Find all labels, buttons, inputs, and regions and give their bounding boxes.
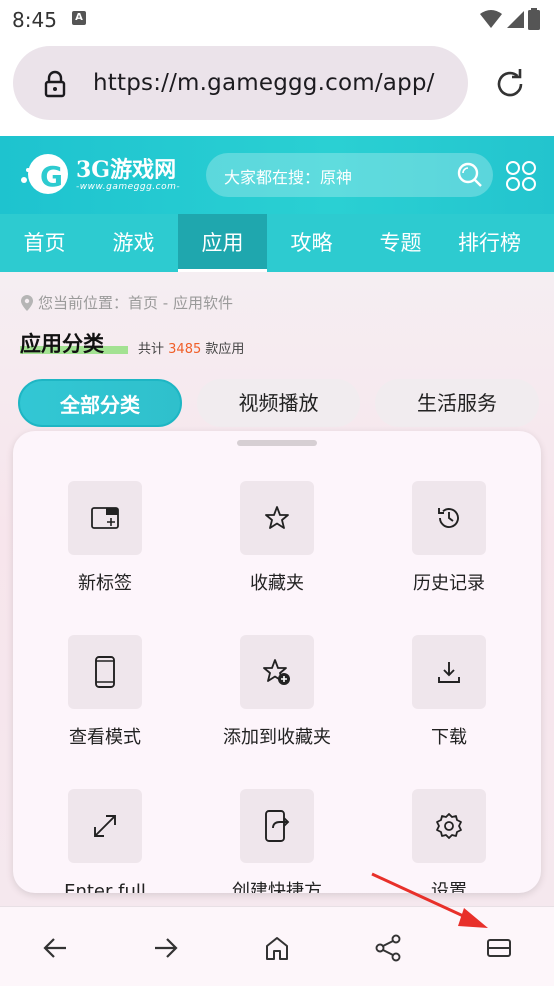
chip-life-services[interactable]: 生活服务 — [375, 379, 539, 427]
bottom-toolbar — [0, 906, 554, 986]
menu-view-mode[interactable]: 查看模式 — [30, 635, 180, 751]
lock-icon — [44, 70, 66, 98]
nav-item-topics[interactable]: 专题 — [356, 214, 445, 272]
menu-download[interactable]: 下载 — [374, 635, 524, 751]
menu-label: Enter full — [64, 881, 146, 893]
category-title: 应用分类 — [20, 332, 104, 356]
nav-item-games[interactable]: 游戏 — [89, 214, 178, 272]
breadcrumb-text[interactable]: 您当前位置：首页 - 应用软件 — [38, 292, 233, 313]
history-icon — [438, 508, 459, 528]
site-header: G 3G游戏网 -www.gameggg.com- 大家都在搜：原神 — [0, 136, 554, 214]
forward-button[interactable] — [151, 933, 181, 963]
menu-new-tab[interactable]: 新标签 — [30, 481, 180, 597]
svg-text:G: G — [40, 160, 63, 193]
chip-video[interactable]: 视频播放 — [197, 379, 360, 427]
logo-icon: G — [21, 154, 68, 194]
signal-icon — [507, 11, 524, 28]
logo-subtitle: -www.gameggg.com- — [76, 182, 181, 192]
share-button[interactable] — [373, 933, 403, 963]
shortcut-icon — [265, 810, 290, 842]
new-tab-icon — [91, 507, 119, 529]
forward-icon — [155, 938, 178, 958]
star-icon — [265, 506, 289, 529]
back-icon — [43, 938, 66, 958]
phone-icon — [95, 656, 115, 688]
settings-icon — [436, 813, 462, 839]
menu-label: 创建快捷方 — [232, 881, 322, 893]
nav-item-guides[interactable]: 攻略 — [267, 214, 356, 272]
nav-item-ranking[interactable]: 排行榜 — [445, 214, 534, 272]
status-bar: 8:45 A — [0, 0, 554, 40]
menu-label: 收藏夹 — [250, 573, 304, 594]
search-icon[interactable] — [457, 162, 483, 188]
status-time: 8:45 — [12, 8, 57, 32]
browser-menu-sheet: 新标签 收藏夹 历史记录 查看模式 添加到收藏夹 下载 Enter full 创… — [13, 431, 541, 893]
address-bar[interactable]: https://m.gameggg.com/app/ — [13, 46, 468, 120]
battery-icon — [528, 8, 540, 30]
download-icon — [438, 662, 460, 683]
count-number: 3485 — [168, 342, 202, 357]
menu-label: 添加到收藏夹 — [223, 727, 331, 748]
menu-label: 设置 — [431, 881, 467, 893]
menu-label: 历史记录 — [413, 573, 485, 594]
browser-address-area: https://m.gameggg.com/app/ — [0, 40, 554, 136]
reload-icon[interactable] — [490, 64, 530, 104]
menu-bookmarks[interactable]: 收藏夹 — [202, 481, 352, 597]
site-search-hint: 大家都在搜：原神 — [224, 168, 353, 187]
chip-all-categories[interactable]: 全部分类 — [18, 379, 182, 427]
menu-button[interactable] — [484, 933, 514, 963]
wifi-icon — [480, 10, 502, 28]
notification-icon: A — [72, 11, 86, 25]
menu-label: 查看模式 — [69, 727, 141, 748]
grid-icon[interactable] — [505, 160, 537, 192]
share-icon — [375, 934, 401, 962]
status-icons — [480, 8, 540, 30]
fullscreen-icon — [94, 815, 116, 837]
home-button[interactable] — [262, 933, 292, 963]
url-text[interactable]: https://m.gameggg.com/app/ — [93, 70, 435, 96]
site-nav: 首页 游戏 应用 攻略 专题 排行榜 — [0, 214, 554, 272]
menu-history[interactable]: 历史记录 — [374, 481, 524, 597]
menu-icon — [487, 939, 511, 957]
nav-item-apps[interactable]: 应用 — [178, 214, 267, 272]
site-search-bar[interactable]: 大家都在搜：原神 — [206, 153, 493, 197]
home-icon — [266, 937, 288, 960]
menu-label: 新标签 — [78, 573, 132, 594]
star-add-icon — [263, 659, 290, 685]
nav-item-home[interactable]: 首页 — [0, 214, 89, 272]
menu-add-bookmark[interactable]: 添加到收藏夹 — [202, 635, 352, 751]
sheet-handle[interactable] — [237, 440, 317, 446]
back-button[interactable] — [40, 933, 70, 963]
menu-fullscreen[interactable]: Enter full — [30, 789, 180, 893]
category-count: 共计 3485 款应用 — [138, 342, 245, 357]
menu-create-shortcut[interactable]: 创建快捷方 — [202, 789, 352, 893]
logo-text: 3G游戏网 — [76, 157, 177, 183]
menu-settings[interactable]: 设置 — [374, 789, 524, 893]
menu-label: 下载 — [431, 727, 467, 748]
breadcrumb: 您当前位置：首页 - 应用软件 — [20, 292, 233, 313]
location-pin-icon — [21, 294, 33, 311]
